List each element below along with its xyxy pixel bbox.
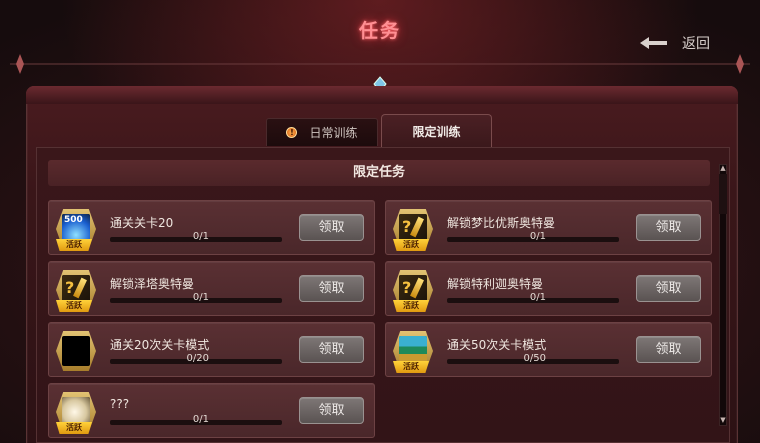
- task-title: 通关50次关卡模式: [447, 338, 547, 352]
- claim-button[interactable]: 领取: [636, 214, 701, 241]
- notification-dot-icon: !: [286, 127, 298, 138]
- task-title: 解锁特利迦奥特曼: [447, 277, 544, 291]
- task-progress: 0/1: [192, 292, 209, 303]
- active-tag: 活跃: [56, 239, 92, 251]
- claim-button[interactable]: 领取: [636, 336, 701, 363]
- scroll-up-icon[interactable]: ▲: [719, 164, 727, 172]
- panel-header-bar: [26, 86, 738, 104]
- task-card: 活跃 ??? 0/1 领取: [48, 383, 375, 438]
- task-progress: 0/50: [523, 353, 546, 364]
- task-card: 通关20次关卡模式 0/20 领取: [48, 322, 375, 377]
- task-card: ? 活跃 解锁梦比优斯奥特曼 0/1 领取: [385, 200, 712, 255]
- icon-amount: 500: [64, 215, 83, 225]
- claim-button[interactable]: 领取: [299, 336, 364, 363]
- task-progress: 0/1: [192, 414, 209, 425]
- tab-daily-training[interactable]: ! 日常训练: [266, 118, 378, 146]
- task-progress: 0/1: [529, 231, 546, 242]
- task-card: 500 活跃 通关关卡20 0/1 领取: [48, 200, 375, 255]
- claim-button[interactable]: 领取: [299, 275, 364, 302]
- claim-button[interactable]: 领取: [299, 397, 364, 424]
- task-card: ? 活跃 解锁特利迦奥特曼 0/1 领取: [385, 261, 712, 316]
- active-tag: 活跃: [56, 422, 92, 434]
- task-card: ? 活跃 解锁泽塔奥特曼 0/1 领取: [48, 261, 375, 316]
- active-tag: 活跃: [393, 361, 429, 373]
- task-title: 通关关卡20: [110, 216, 174, 230]
- scroll-down-icon[interactable]: ▼: [719, 416, 727, 424]
- section-header: 限定任务: [48, 160, 710, 186]
- tab-daily-label: 日常训练: [309, 126, 358, 140]
- active-tag: 活跃: [393, 239, 429, 251]
- task-title: 解锁泽塔奥特曼: [110, 277, 195, 291]
- empty-reward-icon: [56, 331, 96, 371]
- claim-button[interactable]: 领取: [636, 275, 701, 302]
- tab-limited-training[interactable]: 限定训练: [381, 114, 492, 148]
- active-tag: 活跃: [393, 300, 429, 312]
- task-progress: 0/1: [192, 231, 209, 242]
- task-title: ???: [110, 397, 130, 411]
- scrollbar-thumb[interactable]: [719, 174, 727, 214]
- task-title: 解锁梦比优斯奥特曼: [447, 216, 556, 230]
- claim-button[interactable]: 领取: [299, 214, 364, 241]
- task-progress: 0/1: [529, 292, 546, 303]
- task-card: 活跃 通关50次关卡模式 0/50 领取: [385, 322, 712, 377]
- tab-limited-label: 限定训练: [412, 125, 461, 139]
- task-progress: 0/20: [186, 353, 209, 364]
- active-tag: 活跃: [56, 300, 92, 312]
- task-title: 通关20次关卡模式: [110, 338, 210, 352]
